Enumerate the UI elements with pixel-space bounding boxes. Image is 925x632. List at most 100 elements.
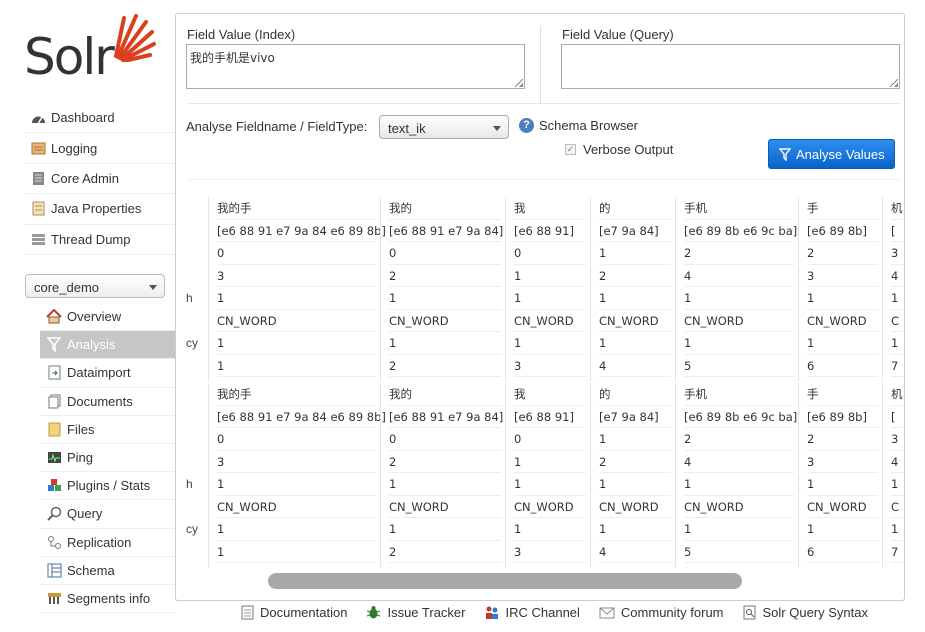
token-column: 的 [e7 9a 84] 1 2 1 CN_WORD 1 4 xyxy=(590,383,671,567)
verbose-label: Verbose Output xyxy=(583,142,674,157)
core-navigation: Overview Analysis Dataimport Documents F… xyxy=(40,303,175,614)
token-start: 0 xyxy=(514,428,586,451)
nav-core-admin[interactable]: Core Admin xyxy=(24,164,175,195)
token-end: 2 xyxy=(389,265,501,287)
segments-icon xyxy=(46,590,62,606)
token-text: 我的手 xyxy=(217,383,376,406)
footer-label: Documentation xyxy=(260,605,348,620)
token-position-length: 1 xyxy=(514,287,586,310)
nav-analysis[interactable]: Analysis xyxy=(40,331,175,360)
mail-icon xyxy=(599,607,615,619)
resize-grip-icon[interactable] xyxy=(890,79,898,87)
solr-sun-icon xyxy=(114,14,156,62)
schema-browser-link[interactable]: Schema Browser xyxy=(539,118,638,133)
nav-overview[interactable]: Overview xyxy=(40,303,175,332)
token-text: 我的 xyxy=(389,197,501,220)
nav-plugins-stats[interactable]: Plugins / Stats xyxy=(40,472,175,501)
nav-query[interactable]: Query xyxy=(40,500,175,529)
token-raw-bytes: [e6 88 91 e7 9a 84 e6 89 8b] xyxy=(217,406,386,428)
token-start: 2 xyxy=(684,242,794,265)
dataimport-icon xyxy=(46,365,62,381)
core-selector-value: core_demo xyxy=(34,280,100,295)
token-position-length: 1 xyxy=(807,287,878,310)
footer-irc-channel-link[interactable]: IRC Channel xyxy=(484,605,580,620)
token-raw-bytes: [ xyxy=(891,220,904,242)
nav-segments-info[interactable]: Segments info xyxy=(40,585,175,614)
token-position-length: 1 xyxy=(684,287,794,310)
analysis-icon xyxy=(46,337,62,353)
nav-dataimport[interactable]: Dataimport xyxy=(40,359,175,388)
token-type: CN_WORD xyxy=(389,310,501,332)
token-stage-block: h cy 我的手 [e6 88 91 e7 9a 84 e6 89 8b] 0 3 1 CN_… xyxy=(176,197,904,381)
token-type: CN_WORD xyxy=(514,496,586,518)
token-raw-bytes: [e6 88 91 e7 9a 84] xyxy=(389,220,503,242)
token-text: 的 xyxy=(599,197,671,220)
irc-icon xyxy=(484,605,499,620)
ping-icon xyxy=(46,450,62,466)
nav-dashboard[interactable]: Dashboard xyxy=(24,103,175,134)
token-term-frequency: 1 xyxy=(891,518,904,541)
token-position: 3 xyxy=(514,541,586,563)
token-column: 我的 [e6 88 91 e7 9a 84] 0 2 1 CN_WORD 1 2 xyxy=(380,197,503,381)
documents-icon xyxy=(46,393,62,409)
nav-thread-dump[interactable]: Thread Dump xyxy=(24,225,175,255)
token-raw-bytes: [e7 9a 84] xyxy=(599,406,671,428)
token-text: 的 xyxy=(599,383,671,406)
thread-dump-icon xyxy=(30,231,46,247)
footer-issue-tracker-link[interactable]: Issue Tracker xyxy=(366,605,465,620)
token-text: 我 xyxy=(514,197,586,220)
verbose-checkbox[interactable]: ✓ xyxy=(565,144,576,155)
help-icon[interactable]: ? xyxy=(519,118,534,133)
chevron-down-icon xyxy=(493,126,501,131)
nav-ping[interactable]: Ping xyxy=(40,444,175,473)
token-term-frequency: 1 xyxy=(684,332,794,355)
nav-documents[interactable]: Documents xyxy=(40,388,175,416)
token-position: 1 xyxy=(217,355,376,377)
token-raw-bytes: [ xyxy=(891,406,904,428)
token-column: 我 [e6 88 91] 0 1 1 CN_WORD 1 3 xyxy=(505,197,586,381)
token-end: 2 xyxy=(389,451,501,473)
plugins-icon xyxy=(46,478,62,494)
token-end: 4 xyxy=(891,451,904,473)
query-field-input[interactable] xyxy=(561,44,900,89)
resize-grip-icon[interactable] xyxy=(515,79,523,87)
analyse-values-button[interactable]: Analyse Values xyxy=(768,139,895,169)
nav-label: Analysis xyxy=(67,337,116,353)
overview-icon xyxy=(46,309,62,325)
nav-schema[interactable]: Schema xyxy=(40,557,175,585)
footer-documentation-link[interactable]: Documentation xyxy=(241,605,347,620)
token-column: 我的手 [e6 88 91 e7 9a 84 e6 89 8b] 0 3 1 CN_WOR… xyxy=(208,197,386,381)
nav-java-properties[interactable]: Java Properties xyxy=(24,194,175,225)
divider xyxy=(188,103,901,104)
fieldtype-select[interactable]: text_ik xyxy=(379,115,509,139)
index-field-label: Field Value (Index) xyxy=(187,27,296,42)
token-position: 4 xyxy=(599,541,671,563)
nav-files[interactable]: Files xyxy=(40,416,175,444)
query-icon xyxy=(46,506,62,522)
nav-replication[interactable]: Replication xyxy=(40,529,175,557)
nav-logging[interactable]: Logging xyxy=(24,133,175,164)
java-icon xyxy=(30,201,46,217)
analyse-values-label: Analyse Values xyxy=(796,146,885,162)
token-text: 我的 xyxy=(389,383,501,406)
token-term-frequency: 1 xyxy=(389,332,501,355)
footer-community-forum-link[interactable]: Community forum xyxy=(599,605,724,620)
nav-label: Segments info xyxy=(67,590,151,606)
token-end: 4 xyxy=(684,451,794,473)
token-term-frequency: 1 xyxy=(807,332,878,355)
token-term-frequency: 1 xyxy=(217,518,376,541)
token-column: 手机 [e6 89 8b e6 9c ba] 2 4 1 CN_WORD 1 5 xyxy=(675,197,797,381)
token-type: C xyxy=(891,496,904,518)
index-field-input[interactable]: 我的手机是vivo xyxy=(186,44,525,89)
token-position-length: 1 xyxy=(807,473,878,496)
token-column: 手机 [e6 89 8b e6 9c ba] 2 4 1 CN_WORD 1 5 xyxy=(675,383,797,567)
token-start: 0 xyxy=(514,242,586,265)
solr-logo[interactable]: Solr xyxy=(22,10,162,86)
core-selector[interactable]: core_demo xyxy=(25,274,165,298)
nav-label: Replication xyxy=(67,534,132,550)
token-raw-bytes: [e6 89 8b e6 9c ba] xyxy=(684,406,797,428)
core-admin-icon xyxy=(30,170,46,186)
token-raw-bytes: [e6 88 91 e7 9a 84 e6 89 8b] xyxy=(217,220,386,242)
horizontal-scrollbar[interactable] xyxy=(268,573,742,589)
footer-query-syntax-link[interactable]: Solr Query Syntax xyxy=(743,605,868,620)
